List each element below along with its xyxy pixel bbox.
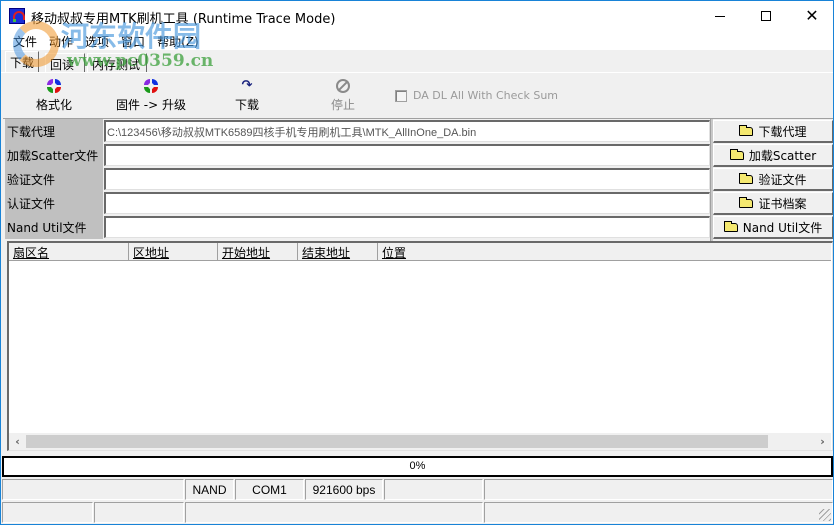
tab-readback[interactable]: 回读: [45, 53, 85, 72]
scatter-path-field[interactable]: [104, 144, 710, 166]
partition-list[interactable]: 扇区名 区地址 开始地址 结束地址 位置 ‹ ›: [7, 241, 833, 451]
firmware-upgrade-button[interactable]: 固件 -> 升级: [111, 79, 191, 117]
status-cell-blank-3: [484, 479, 833, 500]
check-sum-label: DA DL All With Check Sum: [413, 89, 559, 102]
download-label: 下载: [234, 98, 259, 112]
auth-file-path-field[interactable]: [104, 192, 710, 214]
certificate-button[interactable]: 证书档案: [713, 192, 833, 215]
nand-util-path-field[interactable]: [104, 216, 710, 238]
folder-open-icon: [739, 196, 754, 208]
toolbar: 格式化 固件 -> 升级 ↷ 下载 停止 DA DL All With Chec…: [3, 75, 833, 119]
verify-file-button[interactable]: 验证文件: [713, 168, 833, 191]
format-label: 格式化: [35, 98, 72, 112]
status-cell-blank-2: [384, 479, 483, 500]
folder-open-icon: [729, 148, 744, 160]
menu-window[interactable]: 窗口: [115, 31, 151, 50]
format-button[interactable]: 格式化: [33, 79, 75, 117]
format-cycle-icon: [47, 79, 61, 93]
tab-divider: [1, 72, 833, 73]
nand-util-label: Nand Util文件: [5, 215, 103, 239]
stop-label: 停止: [330, 98, 355, 112]
maximize-icon: [761, 11, 771, 21]
download-arrow-icon: ↷: [241, 78, 253, 93]
app-window: 移动叔叔专用MTK刷机工具 (Runtime Trace Mode) ✕ 文件 …: [0, 0, 834, 525]
verify-file-button-label: 验证文件: [758, 172, 807, 187]
list-header: 扇区名 区地址 开始地址 结束地址 位置: [9, 243, 831, 261]
title-bar: 移动叔叔专用MTK刷机工具 (Runtime Trace Mode) ✕: [1, 1, 833, 31]
status2-cell-1: [2, 502, 93, 523]
folder-open-icon: [723, 220, 738, 232]
tab-strip: 下载 回读 内存测试: [1, 50, 833, 73]
stop-icon: [336, 79, 350, 93]
status-storage-type: NAND: [185, 479, 234, 500]
stop-button[interactable]: 停止: [325, 79, 361, 117]
progress-text: 0%: [409, 460, 426, 472]
menu-file[interactable]: 文件: [7, 31, 43, 50]
menu-bar: 文件 动作 选项 窗口 帮助(Z): [1, 31, 833, 50]
close-button[interactable]: ✕: [789, 1, 834, 31]
minimize-button[interactable]: [697, 1, 743, 31]
horizontal-scrollbar[interactable]: ‹ ›: [9, 433, 831, 450]
status2-cell-2: [94, 502, 184, 523]
scroll-left-icon[interactable]: ‹: [9, 433, 26, 450]
verify-file-label: 验证文件: [5, 167, 103, 191]
column-header-start-address[interactable]: 开始地址: [218, 243, 298, 261]
app-icon: [9, 8, 25, 24]
status-cell-blank-1: [2, 479, 184, 500]
file-row-scatter: 加载Scatter文件 加载Scatter: [3, 143, 833, 167]
tab-download[interactable]: 下载: [5, 51, 39, 73]
column-header-location[interactable]: 位置: [378, 243, 831, 261]
menu-help[interactable]: 帮助(Z): [151, 31, 205, 50]
nand-util-button-label: Nand Util文件: [742, 220, 823, 235]
certificate-button-label: 证书档案: [758, 196, 807, 211]
scroll-right-icon[interactable]: ›: [814, 433, 831, 450]
download-button[interactable]: ↷ 下载: [229, 79, 265, 117]
file-row-auth: 认证文件 证书档案: [3, 191, 833, 215]
file-row-download-agent: 下载代理 C:\123456\移动叔叔MTK6589四核手机专用刷机工具\MTK…: [3, 119, 833, 143]
folder-open-icon: [739, 124, 754, 136]
nand-util-button[interactable]: Nand Util文件: [713, 216, 833, 239]
download-agent-label: 下载代理: [5, 119, 103, 143]
column-header-region-address[interactable]: 区地址: [129, 243, 218, 261]
panel-splitter[interactable]: [710, 119, 713, 241]
status-com-port: COM1: [235, 479, 304, 500]
folder-open-icon: [739, 172, 754, 184]
download-agent-path-field[interactable]: C:\123456\移动叔叔MTK6589四核手机专用刷机工具\MTK_AllI…: [104, 120, 710, 142]
scatter-label: 加载Scatter文件: [5, 143, 103, 167]
firmware-upgrade-label: 固件 -> 升级: [115, 98, 186, 112]
verify-file-path-field[interactable]: [104, 168, 710, 190]
tab-memory-test[interactable]: 内存测试: [87, 53, 147, 72]
column-header-sector-name[interactable]: 扇区名: [9, 243, 129, 261]
download-agent-button[interactable]: 下载代理: [713, 120, 833, 143]
file-row-nand-util: Nand Util文件 Nand Util文件: [3, 215, 833, 239]
maximize-button[interactable]: [743, 1, 789, 31]
status2-cell-3: [185, 502, 483, 523]
check-sum-option[interactable]: DA DL All With Check Sum: [395, 89, 558, 102]
load-scatter-button[interactable]: 加载Scatter: [713, 144, 833, 167]
load-scatter-button-label: 加载Scatter: [748, 148, 817, 163]
firmware-upgrade-icon: [144, 79, 158, 93]
check-sum-checkbox[interactable]: [395, 89, 407, 102]
file-row-verify: 验证文件 验证文件: [3, 167, 833, 191]
status-baud-rate: 921600 bps: [305, 479, 383, 500]
status-bar-1: NAND COM1 921600 bps: [2, 479, 833, 500]
column-header-end-address[interactable]: 结束地址: [298, 243, 378, 261]
progress-bar: 0%: [2, 456, 833, 477]
status2-cell-4: [484, 502, 833, 523]
status-bar-2: [2, 502, 833, 523]
window-title: 移动叔叔专用MTK刷机工具 (Runtime Trace Mode): [31, 12, 336, 27]
menu-options[interactable]: 选项: [79, 31, 115, 50]
menu-action[interactable]: 动作: [43, 31, 79, 50]
file-panel: 下载代理 C:\123456\移动叔叔MTK6589四核手机专用刷机工具\MTK…: [3, 119, 833, 241]
resize-grip-icon[interactable]: [819, 509, 831, 521]
minimize-icon: [715, 15, 725, 17]
download-agent-button-label: 下载代理: [758, 124, 807, 139]
scrollbar-thumb[interactable]: [26, 435, 768, 448]
auth-file-label: 认证文件: [5, 191, 103, 215]
close-icon: ✕: [805, 6, 819, 25]
